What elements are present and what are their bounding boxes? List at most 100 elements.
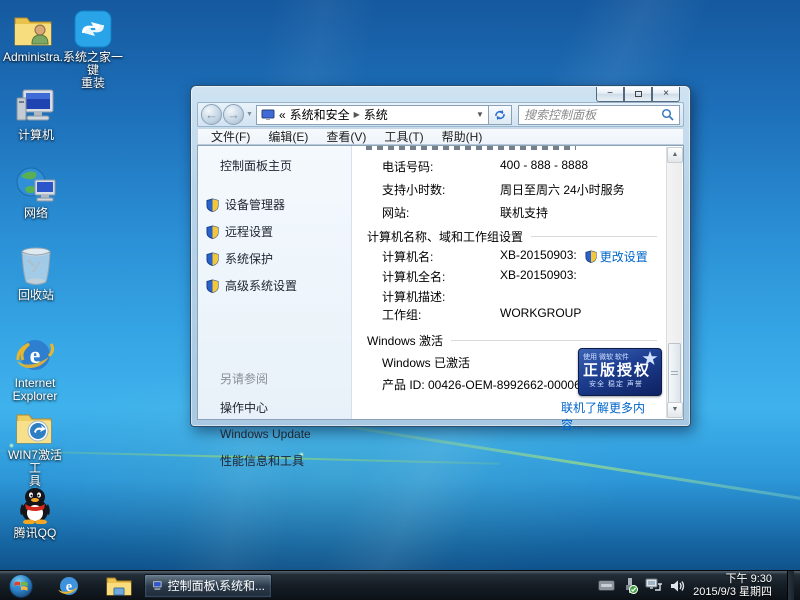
computer-name-label: 计算机名: <box>382 248 500 265</box>
network-status-icon[interactable] <box>645 578 663 593</box>
windows-activation-section-header: Windows 激活 <box>367 332 657 349</box>
computer-icon <box>151 578 163 594</box>
computer-description-row: 计算机描述: <box>382 288 657 305</box>
desktop-icon-label: Explorer <box>4 390 66 403</box>
computer-fullname-label: 计算机全名: <box>382 268 500 285</box>
desktop-icon-syshome[interactable]: 系统之家一键 重装 <box>62 8 124 90</box>
folder-tool-icon <box>4 406 66 446</box>
forward-icon: → <box>227 107 240 122</box>
desktop-icon-win7-tool[interactable]: WIN7激活工 具 <box>4 406 66 488</box>
computer-fullname-row: 计算机全名: XB-20150903: <box>382 268 657 285</box>
taskbar-ie-icon[interactable]: e <box>52 572 86 600</box>
syshome-app-icon <box>62 8 124 48</box>
desktop-icon-computer[interactable]: 计算机 <box>5 86 67 142</box>
volume-icon[interactable] <box>670 579 686 593</box>
workgroup-value: WORKGROUP <box>500 306 581 323</box>
network-globe-icon <box>5 164 67 204</box>
language-bar-icon[interactable] <box>598 580 615 591</box>
system-control-panel-window: − × ← → ▼ « 系统和安全 ▶ 系统 ▼ 搜索控制 <box>190 85 691 427</box>
sidebar-item-label: 远程设置 <box>225 223 273 240</box>
sidebar-item-device-manager[interactable]: 设备管理器 <box>206 196 351 213</box>
desktop-icon-label: 回收站 <box>5 289 67 302</box>
menu-tools[interactable]: 工具(T) <box>375 128 432 145</box>
search-input[interactable]: 搜索控制面板 <box>518 105 680 125</box>
computer-name-row: 计算机名: XB-20150903: 更改设置 <box>382 248 657 265</box>
close-glyph: × <box>663 89 669 99</box>
desktop-icon-label: 系统之家一键 <box>62 51 124 77</box>
address-dropdown-icon[interactable]: ▼ <box>476 110 484 119</box>
usb-safely-remove-icon[interactable] <box>622 577 638 594</box>
clock-date: 2015/9/3 星期四 <box>693 586 772 599</box>
breadcrumb-system-security[interactable]: 系统和安全 <box>290 106 350 123</box>
internet-explorer-icon: e <box>57 574 81 598</box>
change-settings-link[interactable]: 更改设置 <box>585 248 648 265</box>
menu-file[interactable]: 文件(F) <box>202 128 259 145</box>
taskbar: e 控制面板\系统和... <box>0 570 800 600</box>
sidebar-item-control-panel-home[interactable]: 控制面板主页 <box>220 157 351 174</box>
vertical-scrollbar[interactable]: ▲ ▼ <box>666 147 682 418</box>
maximize-button[interactable] <box>624 87 652 102</box>
sidebar-item-system-protection[interactable]: 系统保护 <box>206 250 351 267</box>
online-support-link[interactable]: 联机支持 <box>500 204 548 221</box>
website-label: 网站: <box>382 204 500 221</box>
desktop-icon-label: 计算机 <box>5 129 67 142</box>
menu-edit[interactable]: 编辑(E) <box>259 128 317 145</box>
system-tray: 下午 9:30 2015/9/3 星期四 <box>598 571 800 600</box>
desktop-icon-label: 重装 <box>62 77 124 90</box>
recent-pages-dropdown[interactable]: ▼ <box>246 111 253 118</box>
back-button[interactable]: ← <box>201 104 222 125</box>
genuine-software-badge[interactable]: 使用 微软 软件 正版授权 安全 稳定 声誉 <box>578 348 662 396</box>
refresh-button[interactable] <box>489 105 512 125</box>
desktop-icon-label: 网络 <box>5 207 67 220</box>
menu-help[interactable]: 帮助(H) <box>433 128 492 145</box>
recycle-bin-icon <box>5 246 67 286</box>
taskbar-task-control-panel[interactable]: 控制面板\系统和... <box>144 574 272 598</box>
product-id: 产品 ID: 00426-OEM-8992662-00006 <box>382 376 581 393</box>
desktop-icon-qq[interactable]: 腾讯QQ <box>4 484 66 540</box>
uac-shield-icon <box>206 279 219 293</box>
support-hours-value: 周日至周六 24小时服务 <box>500 181 625 198</box>
sidebar-item-windows-update[interactable]: Windows Update <box>220 427 351 441</box>
sidebar-item-remote-settings[interactable]: 远程设置 <box>206 223 351 240</box>
scroll-down-button[interactable]: ▼ <box>667 402 683 418</box>
desktop-icon-administrator[interactable]: Administra... <box>3 8 65 64</box>
breadcrumb-system[interactable]: 系统 <box>364 106 388 123</box>
desktop-icon-label: 腾讯QQ <box>4 527 66 540</box>
learn-more-online-link[interactable]: 联机了解更多内容... <box>561 399 657 433</box>
taskbar-explorer-icon[interactable] <box>102 572 136 600</box>
computer-name-value: XB-20150903: <box>500 248 577 265</box>
sidebar-item-advanced-system-settings[interactable]: 高级系统设置 <box>206 277 351 294</box>
menu-view[interactable]: 查看(V) <box>317 128 375 145</box>
see-also-header: 另请参阅 <box>220 370 351 387</box>
address-bar[interactable]: « 系统和安全 ▶ 系统 ▼ <box>256 105 489 125</box>
phone-row: 电话号码: 400 - 888 - 8888 <box>382 158 657 175</box>
back-icon: ← <box>205 107 218 122</box>
clock-time: 下午 9:30 <box>693 573 772 586</box>
scroll-up-button[interactable]: ▲ <box>667 147 683 163</box>
computer-fullname-value: XB-20150903: <box>500 268 577 285</box>
menu-bar: 文件(F) 编辑(E) 查看(V) 工具(T) 帮助(H) <box>197 128 684 145</box>
learn-more-label: 联机了解更多内容... <box>561 399 657 433</box>
phone-value: 400 - 888 - 8888 <box>500 158 588 175</box>
sidebar-item-action-center[interactable]: 操作中心 <box>220 399 351 416</box>
taskbar-clock[interactable]: 下午 9:30 2015/9/3 星期四 <box>693 573 780 599</box>
wallpaper-streak <box>303 418 800 509</box>
scrollbar-thumb[interactable] <box>668 343 681 405</box>
section-divider <box>451 340 657 341</box>
breadcrumb-collapsed[interactable]: « <box>279 108 286 122</box>
forward-button[interactable]: → <box>223 104 244 125</box>
close-button[interactable]: × <box>652 87 680 102</box>
change-settings-label: 更改设置 <box>600 248 648 265</box>
desktop-icon-network[interactable]: 网络 <box>5 164 67 220</box>
genuine-star-icon <box>642 351 658 367</box>
desktop-icon-recycle-bin[interactable]: 回收站 <box>5 246 67 302</box>
show-desktop-button[interactable] <box>787 571 794 600</box>
qq-penguin-icon <box>4 484 66 524</box>
maximize-glyph <box>635 91 642 97</box>
start-button[interactable] <box>4 572 38 600</box>
windows-start-orb-icon <box>8 573 34 599</box>
minimize-button[interactable]: − <box>596 87 624 102</box>
folder-user-icon <box>3 8 65 48</box>
sidebar-item-performance-tools[interactable]: 性能信息和工具 <box>220 452 351 469</box>
desktop-icon-internet-explorer[interactable]: e Internet Explorer <box>4 334 66 403</box>
